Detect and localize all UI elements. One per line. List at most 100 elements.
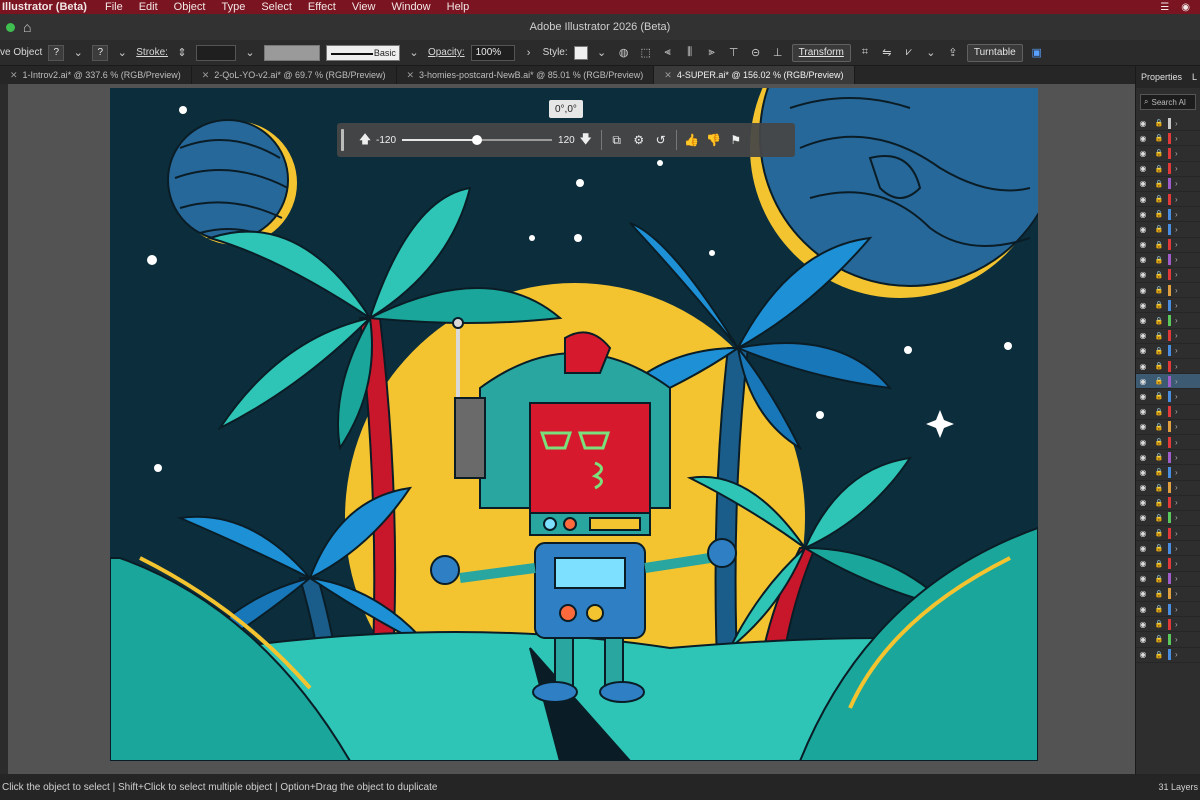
layer-row[interactable]: ◉ 🔒 ›	[1136, 481, 1200, 496]
visibility-eye-icon[interactable]: ◉	[1136, 605, 1150, 614]
layer-row[interactable]: ◉ 🔒 ›	[1136, 162, 1200, 177]
robot-palm-illustration[interactable]	[110, 88, 1038, 761]
chevron-down-icon[interactable]: ⌄	[594, 45, 610, 61]
lock-icon[interactable]: 🔒	[1152, 180, 1166, 188]
visibility-eye-icon[interactable]: ◉	[1136, 210, 1150, 219]
layer-row[interactable]: ◉ 🔒 ›	[1136, 313, 1200, 329]
align-top-icon[interactable]: ⊤	[726, 45, 742, 61]
layer-row[interactable]: ◉ 🔒 ›	[1136, 465, 1200, 481]
chevron-down-icon[interactable]: ⌄	[114, 45, 130, 61]
visibility-eye-icon[interactable]: ◉	[1136, 498, 1150, 507]
brush-definition-dropdown[interactable]: Basic	[325, 44, 400, 61]
artboard[interactable]	[110, 88, 1038, 761]
layer-row[interactable]: ◉ 🔒 ›	[1136, 511, 1200, 527]
layer-row[interactable]: ◉ 🔒 ›	[1136, 238, 1200, 253]
chevron-down-icon[interactable]: ⌄	[70, 45, 86, 61]
visibility-eye-icon[interactable]: ◉	[1136, 286, 1150, 295]
chevron-right-icon[interactable]: ›	[1175, 392, 1178, 401]
duplicate-icon[interactable]: ⧉	[606, 133, 628, 148]
lock-icon[interactable]: 🔒	[1152, 347, 1166, 355]
graphic-style-swatch[interactable]	[573, 45, 588, 60]
lock-icon[interactable]: 🔒	[1152, 408, 1166, 416]
chevron-right-icon[interactable]: ›	[1175, 286, 1178, 295]
lock-icon[interactable]: 🔒	[1152, 165, 1166, 173]
lock-icon[interactable]: 🔒	[1152, 271, 1166, 279]
flip-icon[interactable]: ⇋	[879, 45, 895, 61]
visibility-eye-icon[interactable]: ◉	[1136, 468, 1150, 477]
undo-icon[interactable]: ↺	[650, 133, 672, 147]
tab-document-1[interactable]: ✕ 1-Introv2.ai* @ 337.6 % (RGB/Preview)	[0, 66, 192, 84]
stroke-weight-field[interactable]	[195, 44, 236, 61]
settings-shapes-icon[interactable]: ⚙	[628, 133, 650, 147]
visibility-eye-icon[interactable]: ◉	[1136, 453, 1150, 462]
layer-row[interactable]: ◉ 🔒 ›	[1136, 389, 1200, 405]
tab-document-4[interactable]: ✕ 4-SUPER.ai* @ 156.02 % (RGB/Preview)	[654, 66, 855, 84]
chevron-right-icon[interactable]: ›	[1175, 589, 1178, 598]
opacity-label[interactable]: Opacity:	[428, 47, 465, 58]
close-icon[interactable]: ✕	[10, 70, 18, 81]
transform-options-icon[interactable]: ⌗	[857, 45, 873, 61]
lock-icon[interactable]: 🔒	[1152, 256, 1166, 264]
layer-row[interactable]: ◉ 🔒 ›	[1136, 541, 1200, 557]
visibility-eye-icon[interactable]: ◉	[1136, 483, 1150, 492]
visibility-eye-icon[interactable]: ◉	[1136, 346, 1150, 355]
close-icon[interactable]: ✕	[202, 70, 210, 81]
lock-icon[interactable]: 🔒	[1152, 286, 1166, 294]
lock-icon[interactable]: 🔒	[1152, 635, 1166, 643]
arrow-up-icon[interactable]: 🡅	[354, 130, 376, 151]
layer-row[interactable]: ◉ 🔒 ›	[1136, 298, 1200, 314]
chevron-right-icon[interactable]: ›	[1175, 422, 1178, 431]
layer-row[interactable]: ◉ 🔒 ›	[1136, 435, 1200, 451]
visibility-eye-icon[interactable]: ◉	[1136, 529, 1150, 538]
zoom-window-button[interactable]	[6, 22, 15, 32]
visibility-eye-icon[interactable]: ◉	[1136, 301, 1150, 310]
layer-row[interactable]: ◉ 🔒 ›	[1136, 207, 1200, 223]
layer-row[interactable]: ◉ 🔒 ›	[1136, 648, 1200, 663]
chevron-right-icon[interactable]: ›	[1175, 453, 1178, 462]
layer-row[interactable]: ◉ 🔒 ›	[1136, 405, 1200, 420]
visibility-eye-icon[interactable]: ◉	[1136, 620, 1150, 629]
layer-row[interactable]: ◉ 🔒 ›	[1136, 344, 1200, 359]
layer-row[interactable]: ◉ 🔒 ›	[1136, 253, 1200, 268]
visibility-eye-icon[interactable]: ◉	[1136, 559, 1150, 568]
chevron-right-icon[interactable]: ›	[1175, 346, 1178, 355]
chevron-right-icon[interactable]: ›	[1175, 650, 1178, 659]
visibility-eye-icon[interactable]: ◉	[1136, 149, 1150, 158]
visibility-eye-icon[interactable]: ◉	[1136, 574, 1150, 583]
visibility-eye-icon[interactable]: ◉	[1136, 331, 1150, 340]
lock-icon[interactable]: 🔒	[1152, 590, 1166, 598]
close-icon[interactable]: ✕	[407, 70, 415, 81]
tab-layers[interactable]: L	[1187, 72, 1200, 82]
chevron-right-icon[interactable]: ›	[521, 45, 537, 61]
layer-row[interactable]: ◉ 🔒 ›	[1136, 420, 1200, 435]
rotation-slider[interactable]	[402, 135, 553, 145]
lock-icon[interactable]: 🔒	[1152, 499, 1166, 507]
chevron-right-icon[interactable]: ›	[1175, 559, 1178, 568]
visibility-eye-icon[interactable]: ◉	[1136, 362, 1150, 371]
lock-icon[interactable]: 🔒	[1152, 453, 1166, 461]
thumbs-down-icon[interactable]: 👎	[703, 133, 725, 147]
chevron-right-icon[interactable]: ›	[1175, 195, 1178, 204]
menu-edit[interactable]: Edit	[131, 1, 166, 13]
menu-help[interactable]: Help	[439, 1, 478, 13]
tools-panel[interactable]	[0, 84, 8, 774]
layer-row[interactable]: ◉ 🔒 ›	[1136, 450, 1200, 466]
layer-row[interactable]: ◉ 🔒 ›	[1136, 602, 1200, 618]
layer-row[interactable]: ◉ 🔒 ›	[1136, 283, 1200, 299]
visibility-eye-icon[interactable]: ◉	[1136, 438, 1150, 447]
chevron-right-icon[interactable]: ›	[1175, 301, 1178, 310]
opacity-input[interactable]: 100%	[470, 44, 515, 61]
lock-icon[interactable]: 🔒	[1152, 241, 1166, 249]
layer-row[interactable]: ◉ 🔒 ›	[1136, 587, 1200, 602]
chevron-right-icon[interactable]: ›	[1175, 210, 1178, 219]
visibility-eye-icon[interactable]: ◉	[1136, 392, 1150, 401]
layer-row[interactable]: ◉ 🔒 ›	[1136, 222, 1200, 238]
menu-window[interactable]: Window	[384, 1, 439, 13]
layer-row[interactable]: ◉ 🔒 ›	[1136, 526, 1200, 542]
tab-document-2[interactable]: ✕ 2-QoL-YO-v2.ai* @ 69.7 % (RGB/Preview)	[192, 66, 397, 84]
chevron-right-icon[interactable]: ›	[1175, 255, 1178, 264]
align-middle-icon[interactable]: ⊝	[748, 45, 764, 61]
lock-icon[interactable]: 🔒	[1152, 560, 1166, 568]
lock-icon[interactable]: 🔒	[1152, 210, 1166, 218]
chevron-right-icon[interactable]: ›	[1175, 635, 1178, 644]
